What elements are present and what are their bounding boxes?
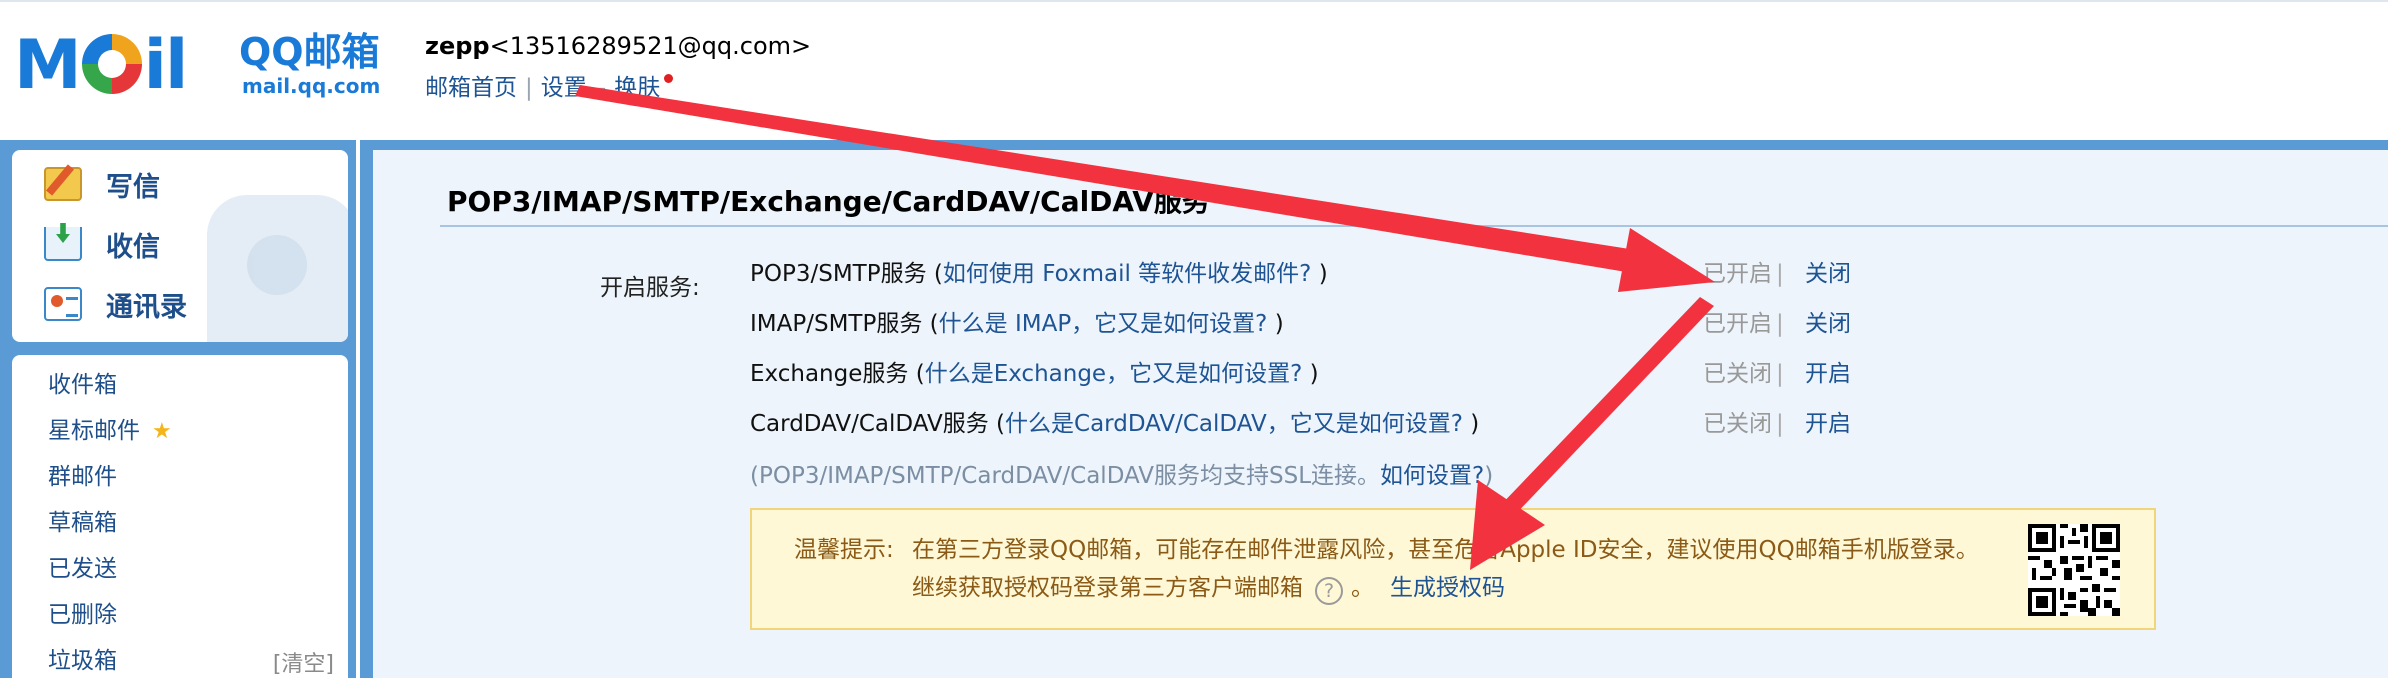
header: Mil QQ邮箱 mail.qq.com zepp<13516289521@qq… <box>0 0 2388 130</box>
generate-auth-code-link[interactable]: 生成授权码 <box>1390 575 1505 601</box>
state-separator: | <box>1776 311 1784 337</box>
help-question-icon[interactable]: ? <box>1315 577 1343 605</box>
notification-dot-icon <box>664 74 674 83</box>
service-state-pop3: 已开启 | <box>1703 258 1790 290</box>
empty-spam-link[interactable]: [清空] <box>273 646 334 678</box>
service-help-link[interactable]: 什么是 IMAP，它又是如何设置? <box>939 311 1268 337</box>
paren-open: ( <box>933 261 943 287</box>
folder-list: 收件箱 星标邮件 ★ 群邮件 草稿箱 已发送 已删除 垃圾箱 [清空] <box>12 355 348 678</box>
logo-mail-il: il <box>143 26 189 105</box>
service-state-carddav: 已关闭 | <box>1703 408 1790 440</box>
folder-drafts[interactable]: 草稿箱 <box>48 508 117 538</box>
paren-open: ( <box>996 411 1006 437</box>
paren-close: ) <box>1318 261 1328 287</box>
link-change-skin[interactable]: 换肤 <box>614 68 660 102</box>
service-action-exchange[interactable]: 开启 <box>1805 358 1851 390</box>
compose-button[interactable]: 写信 <box>44 164 160 204</box>
receive-mail-label: 收信 <box>106 231 160 263</box>
tip-period: 。 <box>1351 575 1374 601</box>
compose-icon <box>44 167 82 201</box>
tip-auth-code-text: 继续获取授权码登录第三方客户端邮箱 <box>912 575 1303 601</box>
link-separator-dash: – <box>594 75 607 101</box>
service-name: CardDAV/CalDAV服务 <box>750 411 989 437</box>
inbox-download-icon <box>44 227 82 261</box>
ssl-note-text: (POP3/IMAP/SMTP/CardDAV/CalDAV服务均支持SSL连接… <box>750 463 1381 489</box>
state-text: 已关闭 <box>1703 411 1772 437</box>
penguin-watermark-icon <box>207 195 348 342</box>
link-settings[interactable]: 设置 <box>541 68 587 102</box>
service-name: Exchange服务 <box>750 361 909 387</box>
page: Mil QQ邮箱 mail.qq.com zepp<13516289521@qq… <box>0 0 2388 678</box>
service-name: IMAP/SMTP服务 <box>750 311 923 337</box>
user-email: <13516289521@qq.com> <box>489 32 812 60</box>
folder-group-mail[interactable]: 群邮件 <box>48 462 117 492</box>
contacts-icon <box>44 287 82 321</box>
state-text: 已关闭 <box>1703 361 1772 387</box>
service-action-pop3[interactable]: 关闭 <box>1805 258 1851 290</box>
logo-mail-m: M <box>14 26 82 105</box>
qq-mail-logo[interactable]: Mil QQ邮箱 mail.qq.com <box>14 26 384 106</box>
state-separator: | <box>1776 411 1784 437</box>
title-divider <box>440 225 2388 227</box>
service-help-link[interactable]: 如何使用 Foxmail 等软件收发邮件? <box>943 261 1312 287</box>
receive-mail-button[interactable]: 收信 <box>44 224 160 264</box>
service-row-pop3: POP3/SMTP服务 (如何使用 Foxmail 等软件收发邮件? ) <box>750 258 1328 290</box>
paren-open: ( <box>929 311 939 337</box>
ssl-note: (POP3/IMAP/SMTP/CardDAV/CalDAV服务均支持SSL连接… <box>750 460 1493 492</box>
header-links: 邮箱首页 | 设置 – 换肤 <box>425 68 674 102</box>
service-action-imap[interactable]: 关闭 <box>1805 308 1851 340</box>
tip-auth-code-line: 继续获取授权码登录第三方客户端邮箱? 。生成授权码 <box>912 568 1505 605</box>
page-title: POP3/IMAP/SMTP/Exchange/CardDAV/CalDAV服务 <box>447 185 1210 218</box>
service-state-imap: 已开启 | <box>1703 308 1790 340</box>
service-name: POP3/SMTP服务 <box>750 261 927 287</box>
state-text: 已开启 <box>1703 311 1772 337</box>
logo-penguin-o-icon <box>81 34 142 94</box>
paren-close: ) <box>1309 361 1319 387</box>
compose-label: 写信 <box>106 171 160 203</box>
ssl-help-link[interactable]: 如何设置? <box>1380 463 1484 489</box>
folder-spam[interactable]: 垃圾箱 <box>48 646 117 676</box>
ssl-note-close: ) <box>1484 463 1494 489</box>
logo-domain-text: mail.qq.com <box>242 74 381 98</box>
contacts-button[interactable]: 通讯录 <box>44 284 187 324</box>
folder-sent[interactable]: 已发送 <box>48 554 117 584</box>
service-row-carddav: CardDAV/CalDAV服务 (什么是CardDAV/CalDAV，它又是如… <box>750 408 1479 440</box>
logo-qq-text: QQ邮箱 <box>239 30 380 74</box>
star-icon: ★ <box>152 419 172 444</box>
service-help-link[interactable]: 什么是CardDAV/CalDAV，它又是如何设置? <box>1005 411 1463 437</box>
folder-inbox[interactable]: 收件箱 <box>48 370 117 400</box>
folder-starred[interactable]: 星标邮件 ★ <box>48 416 172 446</box>
link-separator: | <box>525 75 533 101</box>
services-label: 开启服务: <box>600 275 700 301</box>
service-state-exchange: 已关闭 | <box>1703 358 1790 390</box>
paren-open: ( <box>915 361 925 387</box>
contacts-label: 通讯录 <box>106 291 187 323</box>
service-row-imap: IMAP/SMTP服务 (什么是 IMAP，它又是如何设置? ) <box>750 308 1284 340</box>
paren-close: ) <box>1274 311 1284 337</box>
logo-mail-wordmark: Mil <box>14 26 189 106</box>
paren-close: ) <box>1470 411 1480 437</box>
user-account: zepp<13516289521@qq.com> <box>425 32 811 60</box>
service-help-link[interactable]: 什么是Exchange，它又是如何设置? <box>925 361 1303 387</box>
security-tip-box: 温馨提示: 在第三方登录QQ邮箱，可能存在邮件泄露风险，甚至危害Apple ID… <box>750 508 2156 630</box>
user-name: zepp <box>425 32 490 60</box>
state-text: 已开启 <box>1703 261 1772 287</box>
folder-starred-label: 星标邮件 <box>48 418 140 444</box>
folder-deleted[interactable]: 已删除 <box>48 600 117 630</box>
tip-warning-text: 在第三方登录QQ邮箱，可能存在邮件泄露风险，甚至危害Apple ID安全，建议使… <box>912 537 1979 563</box>
qr-code-icon <box>2028 524 2120 616</box>
state-separator: | <box>1776 261 1784 287</box>
service-action-carddav[interactable]: 开启 <box>1805 408 1851 440</box>
tip-label: 温馨提示: <box>794 537 894 563</box>
sidebar-quick-actions: 写信 收信 通讯录 <box>12 150 348 342</box>
link-mail-home[interactable]: 邮箱首页 <box>425 68 517 102</box>
service-row-exchange: Exchange服务 (什么是Exchange，它又是如何设置? ) <box>750 358 1319 390</box>
state-separator: | <box>1776 361 1784 387</box>
